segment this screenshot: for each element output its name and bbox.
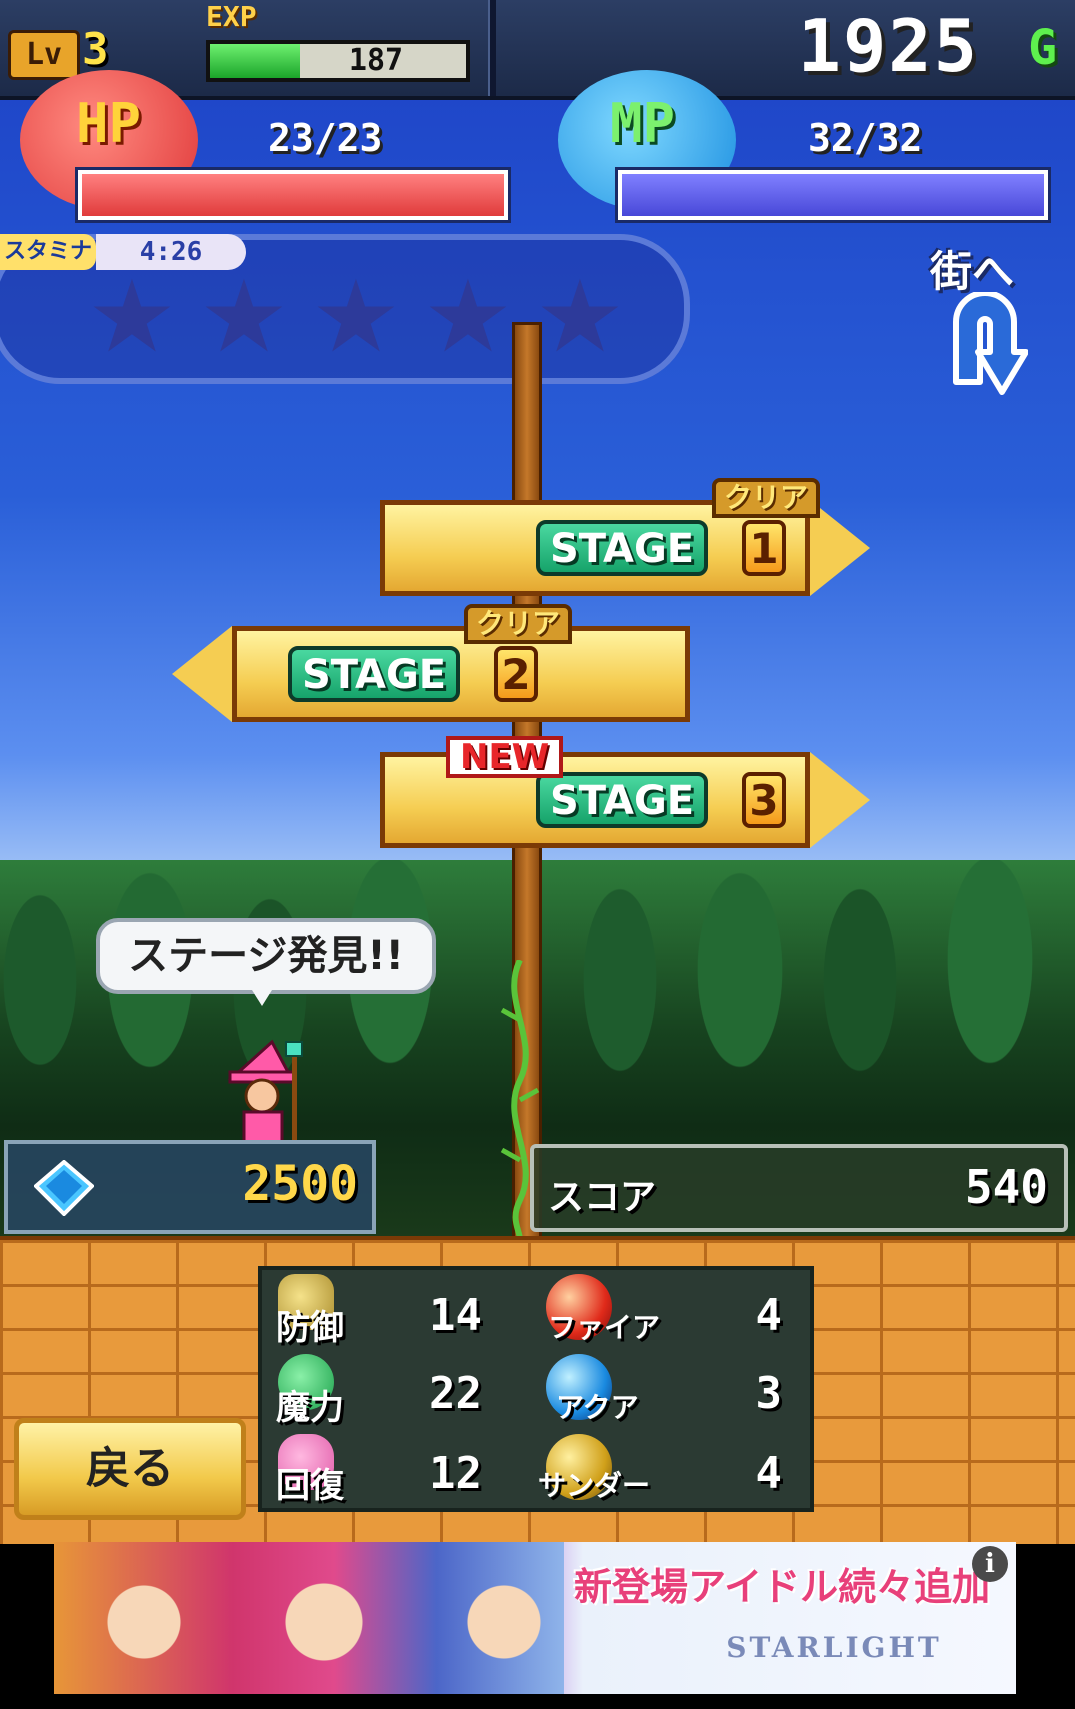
u-turn-arrow-icon[interactable] [942, 292, 1028, 402]
stamina-star-icon: ★ [535, 258, 625, 375]
back-button[interactable]: 戻る [14, 1418, 246, 1520]
stats-panel: 防御 14 魔力 22 回復 12 ファイア 4 アクア 3 サンダー 4 [258, 1266, 814, 1512]
hp-bar [78, 170, 508, 220]
stat-magic-value: 22 [429, 1368, 482, 1419]
exp-label: EXP [206, 0, 257, 33]
stat-fire-label: ファイア [548, 1311, 661, 1344]
stamina-star-icon: ★ [423, 258, 513, 375]
mp-value: 32/32 [808, 116, 923, 160]
ad-info-icon[interactable]: i [972, 1546, 1008, 1582]
exp-bar-fill [210, 44, 300, 78]
stamina-label: スタミナ [0, 234, 96, 270]
stat-fire-value: 4 [755, 1290, 783, 1341]
gold-amount: 1925 [797, 4, 979, 88]
stat-defense-label: 防御 [276, 1308, 344, 1348]
stat-thunder-label: サンダー [538, 1469, 651, 1502]
stamina-star-icon: ★ [87, 258, 177, 375]
stamina-star-icon: ★ [311, 258, 401, 375]
stage-3-new-badge: NEW [446, 736, 564, 778]
ad-banner-artwork [54, 1542, 564, 1694]
stat-magic-label: 魔力 [276, 1388, 344, 1428]
hp-value: 23/23 [268, 116, 383, 160]
stamina-star-icon: ★ [199, 258, 289, 375]
stage-3-sign-tip[interactable] [810, 752, 870, 848]
stat-aqua-value: 3 [755, 1368, 783, 1419]
player-character-icon [227, 1039, 303, 1144]
mp-bar [618, 170, 1048, 220]
ad-banner-title: 新登場アイドル続々追加 [574, 1565, 991, 1609]
stat-recovery-value: 12 [429, 1448, 482, 1499]
stat-aqua-label: アクア [556, 1391, 639, 1424]
game-screen: Lv 3 EXP 187 1925 G HP MP 23/23 32/32 スタ… [0, 0, 1075, 1709]
top-bar-divider [488, 0, 496, 96]
gold-unit: G [1028, 20, 1057, 76]
hp-label: HP [76, 92, 142, 155]
score-label: スコア [548, 1177, 657, 1218]
stat-thunder-value: 4 [755, 1448, 783, 1499]
stage-1-number[interactable]: 1 [742, 520, 786, 576]
diamond-icon [34, 1160, 94, 1216]
ad-banner[interactable]: 新登場アイドル続々追加 STARLIGHT STAGE i [54, 1542, 1016, 1694]
stage-2-clear-badge: クリア [464, 604, 573, 644]
exp-bar: 187 [206, 40, 470, 82]
to-town-label[interactable]: 街へ [930, 238, 1014, 299]
level-label: Lv [8, 30, 80, 80]
score-panel: スコア 540 [530, 1144, 1068, 1232]
stage-2-number[interactable]: 2 [494, 646, 538, 702]
level-value: 3 [82, 24, 109, 75]
stat-defense-value: 14 [429, 1290, 482, 1341]
ad-banner-logo: STARLIGHT STAGE [726, 1631, 942, 1694]
stage-1-clear-badge: クリア [712, 478, 821, 518]
stage-1-label[interactable]: STAGE [536, 520, 709, 576]
speech-bubble: ステージ発見!! [96, 918, 436, 994]
gem-amount: 2500 [242, 1156, 358, 1212]
gem-counter: 2500 [4, 1140, 376, 1234]
stat-recovery-label: 回復 [276, 1466, 344, 1506]
exp-value: 187 [348, 43, 404, 78]
mp-label: MP [610, 92, 676, 155]
score-value: 540 [964, 1160, 1048, 1214]
stage-2-label[interactable]: STAGE [288, 646, 461, 702]
stage-3-label[interactable]: STAGE [536, 772, 709, 828]
speech-bubble-tail [252, 990, 272, 1006]
stage-3-number[interactable]: 3 [742, 772, 786, 828]
stage-2-sign-tip[interactable] [172, 626, 232, 722]
